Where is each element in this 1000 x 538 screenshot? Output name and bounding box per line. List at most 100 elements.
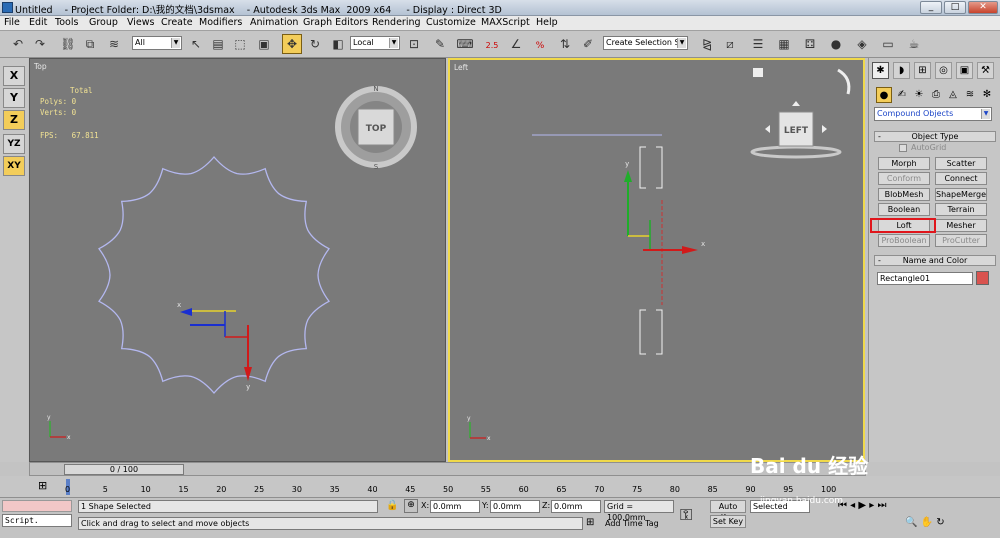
scatter-button[interactable]: Scatter <box>935 157 987 170</box>
edit-named-selection-icon[interactable]: ✐ <box>578 34 598 54</box>
viewport-left-canvas[interactable]: y x y x LEFT <box>450 60 863 460</box>
maximize-button[interactable]: □ <box>944 1 966 14</box>
menu-tools[interactable]: Tools <box>55 17 78 28</box>
axis-z-button[interactable]: Z <box>3 110 25 130</box>
viewport-top-canvas[interactable]: x y y x TOP N S <box>30 59 445 461</box>
set-key-icon[interactable]: ⚿ <box>680 505 692 525</box>
spacewarps-icon[interactable]: ≋ <box>962 87 978 103</box>
viewport-navigation-icon[interactable]: 🔍 ✋ ↻ <box>905 517 945 528</box>
auto-key-button[interactable]: Auto Key <box>710 500 746 522</box>
maxscript-listener-pink[interactable] <box>2 500 72 512</box>
minimize-button[interactable]: _ <box>920 1 942 14</box>
close-button[interactable]: ✕ <box>968 1 998 14</box>
time-slider-track[interactable]: 0 / 100 › <box>29 462 866 476</box>
time-slider[interactable]: 0 / 100 <box>64 464 184 475</box>
reference-coordinate-dropdown[interactable]: Local ▼ <box>350 36 400 50</box>
shapes-icon[interactable]: ✍ <box>894 87 910 103</box>
viewcube-compass[interactable]: TOP N S <box>335 85 417 171</box>
lights-icon[interactable]: ☀ <box>911 87 927 103</box>
cameras-icon[interactable]: ⎙ <box>928 87 944 103</box>
percent-snap-icon[interactable]: % <box>530 34 550 54</box>
viewcube-left[interactable]: LEFT <box>750 68 851 159</box>
object-category-dropdown[interactable]: Compound Objects ▼ <box>874 107 992 121</box>
align-icon[interactable]: ⧄ <box>720 34 740 54</box>
systems-icon[interactable]: ✻ <box>979 87 995 103</box>
shapemerge-button[interactable]: ShapeMerge <box>935 188 987 201</box>
redo-icon[interactable]: ↷ <box>30 34 50 54</box>
menu-create[interactable]: Create <box>161 17 193 28</box>
select-object-icon[interactable]: ↖ <box>186 34 206 54</box>
material-editor-icon[interactable]: ● <box>826 34 846 54</box>
menu-customize[interactable]: Customize <box>426 17 476 28</box>
viewport-left[interactable]: Left y x y x LEFT <box>448 58 865 462</box>
z-coordinate-field[interactable]: 0.0mm <box>551 500 601 513</box>
render-setup-icon[interactable]: ◈ <box>852 34 872 54</box>
y-coordinate-field[interactable]: 0.0mm <box>490 500 540 513</box>
render-production-icon[interactable]: ☕ <box>904 34 924 54</box>
menu-views[interactable]: Views <box>127 17 155 28</box>
axis-x-button[interactable]: X <box>3 66 25 86</box>
boolean-button[interactable]: Boolean <box>878 203 930 216</box>
object-type-rollout-header[interactable]: - Object Type <box>874 131 996 142</box>
utilities-tab-icon[interactable]: ⚒ <box>977 62 994 79</box>
modify-tab-icon[interactable]: ◗ <box>893 62 910 79</box>
helpers-icon[interactable]: ◬ <box>945 87 961 103</box>
maxscript-mini-listener[interactable]: Script. <box>2 514 72 527</box>
named-selection-sets-dropdown[interactable]: Create Selection Se ▼ <box>603 36 688 50</box>
hierarchy-tab-icon[interactable]: ⊞ <box>914 62 931 79</box>
lock-selection-icon[interactable]: 🔒 <box>386 500 398 511</box>
spinner-snap-icon[interactable]: ⇅ <box>555 34 575 54</box>
track-bar[interactable]: ⊞ 0 5 10 15 20 25 30 35 40 45 50 55 60 65 70 75 80 85 90 95… <box>0 476 1000 498</box>
axis-xy-button[interactable]: XY <box>3 156 25 176</box>
create-tab-icon[interactable]: ✱ <box>872 62 889 79</box>
geometry-icon[interactable]: ● <box>876 87 892 103</box>
selection-filter-dropdown[interactable]: All ▼ <box>132 36 182 50</box>
mirror-icon[interactable]: ⧎ <box>697 34 717 54</box>
select-and-rotate-icon[interactable]: ↻ <box>305 34 325 54</box>
select-by-name-icon[interactable]: ▤ <box>208 34 228 54</box>
select-and-move-icon[interactable]: ✥ <box>282 34 302 54</box>
absolute-mode-icon[interactable]: ⊕ <box>404 499 418 513</box>
rectangular-selection-icon[interactable]: ⬚ <box>230 34 250 54</box>
schematic-view-icon[interactable]: ⚃ <box>800 34 820 54</box>
undo-icon[interactable]: ↶ <box>8 34 28 54</box>
snaps-toggle-icon[interactable]: 2.5 <box>482 34 502 54</box>
mini-curve-editor-icon[interactable]: ⊞ <box>38 479 47 492</box>
app-icon[interactable] <box>2 2 13 13</box>
axis-yz-button[interactable]: YZ <box>3 134 25 154</box>
menu-animation[interactable]: Animation <box>250 17 298 28</box>
object-name-field[interactable]: Rectangle01 <box>877 272 973 285</box>
angle-snap-icon[interactable]: ∠ <box>506 34 526 54</box>
menu-edit[interactable]: Edit <box>29 17 47 28</box>
menu-rendering[interactable]: Rendering <box>372 17 421 28</box>
display-tab-icon[interactable]: ▣ <box>956 62 973 79</box>
procutter-button[interactable]: ProCutter <box>935 234 987 247</box>
curve-editor-icon[interactable]: ▦ <box>774 34 794 54</box>
bind-to-space-warp-icon[interactable]: ≋ <box>104 34 124 54</box>
menu-maxscript[interactable]: MAXScript <box>481 17 530 28</box>
window-crossing-icon[interactable]: ▣ <box>254 34 274 54</box>
select-and-link-icon[interactable]: ⛓ <box>58 34 78 54</box>
name-and-color-rollout-header[interactable]: - Name and Color <box>874 255 996 266</box>
menu-group[interactable]: Group <box>89 17 118 28</box>
terrain-button[interactable]: Terrain <box>935 203 987 216</box>
axis-y-button[interactable]: Y <box>3 88 25 108</box>
menu-help[interactable]: Help <box>536 17 558 28</box>
proboolean-button[interactable]: ProBoolean <box>878 234 930 247</box>
menu-file[interactable]: File <box>4 17 20 28</box>
pivot-center-icon[interactable]: ⊡ <box>404 34 424 54</box>
viewport-top[interactable]: Top Total Polys: 0 Verts: 0 FPS: 67.811 … <box>29 58 446 462</box>
x-coordinate-field[interactable]: 0.0mm <box>430 500 480 513</box>
mesher-button[interactable]: Mesher <box>935 219 987 232</box>
layer-manager-icon[interactable]: ☰ <box>748 34 768 54</box>
select-and-manipulate-icon[interactable]: ✎ <box>430 34 450 54</box>
unlink-icon[interactable]: ⧉ <box>80 34 100 54</box>
motion-tab-icon[interactable]: ◎ <box>935 62 952 79</box>
autogrid-checkbox[interactable] <box>899 144 907 152</box>
connect-button[interactable]: Connect <box>935 172 987 185</box>
keyboard-shortcut-icon[interactable]: ⌨ <box>455 34 475 54</box>
conform-button[interactable]: Conform <box>878 172 930 185</box>
time-tag-icon[interactable]: ⊞ <box>586 517 594 528</box>
playback-controls-icon[interactable]: ⏮ ◂ ▶ ▸ ⏭ <box>838 500 886 511</box>
morph-button[interactable]: Morph <box>878 157 930 170</box>
